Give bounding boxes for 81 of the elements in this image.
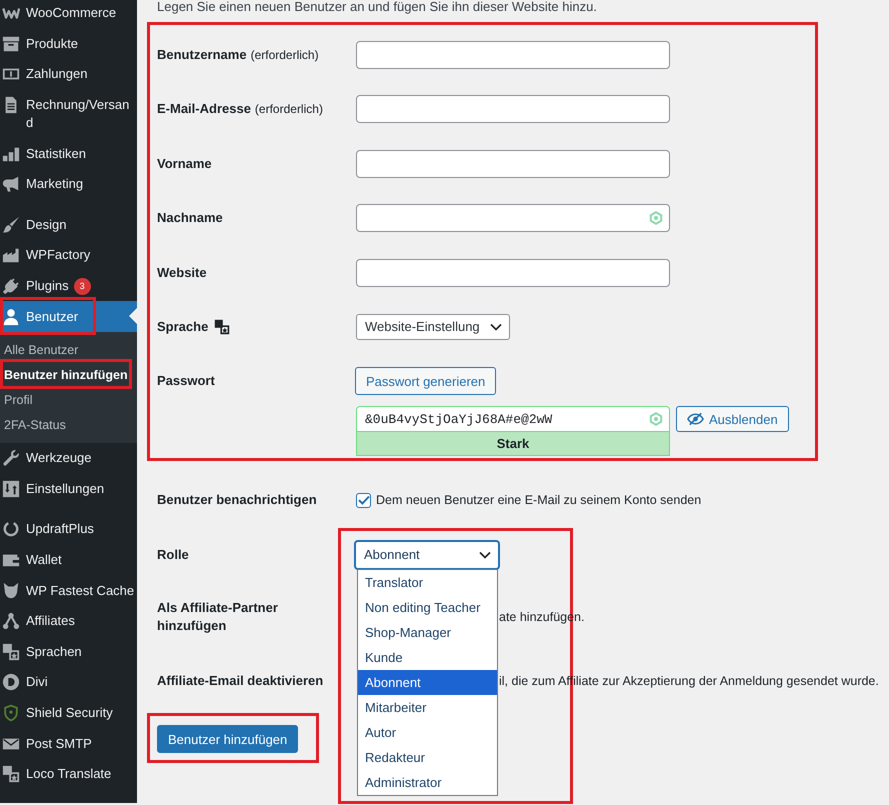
checkbox-label: Dem neuen Benutzer eine E-Mail zu seinem Konto senden xyxy=(376,493,702,508)
submenu-item[interactable]: Profil xyxy=(0,388,36,413)
required-note: (erforderlich) xyxy=(254,101,323,118)
dropdown-option[interactable]: Administrator xyxy=(358,770,497,795)
sidebar-item[interactable]: Produkte xyxy=(0,28,137,60)
hide-password-button[interactable]: Ausblenden xyxy=(676,406,789,432)
text-field[interactable] xyxy=(356,41,670,69)
password-field[interactable]: &0uB4vyStjOaYjJ68A#e@2wW xyxy=(356,406,670,432)
plug-icon xyxy=(2,277,20,296)
circle-logo-icon xyxy=(2,673,20,692)
role-select[interactable]: Abonnent xyxy=(355,540,499,569)
submenu-item[interactable]: 2FA-Status xyxy=(0,412,70,438)
sidebar-item[interactable]: Zahlungen xyxy=(0,59,137,90)
dropdown-option[interactable]: Abonnent xyxy=(358,670,497,695)
dropdown-option[interactable]: Mitarbeiter xyxy=(358,694,497,720)
sidebar-item[interactable]: Statistiken xyxy=(0,138,137,169)
intro-text: Legen Sie einen neuen Benutzer an und fügen Sie ihn dieser Website hinzu. xyxy=(157,0,597,14)
field-label: Passwort xyxy=(157,372,215,390)
sidebar-item[interactable]: Wallet xyxy=(0,544,137,576)
sidebar-item[interactable]: WPFactory xyxy=(0,240,137,271)
field-label: Vorname xyxy=(157,154,212,173)
field-label: Nachname xyxy=(157,209,223,228)
field-label: Benutzer benachrichtigen xyxy=(157,491,317,510)
required-note: (erforderlich) xyxy=(250,47,319,64)
dropdown-option[interactable]: Autor xyxy=(358,720,497,745)
sidebar-item[interactable]: Shield Security xyxy=(0,698,137,728)
eye-slash-icon xyxy=(687,412,704,426)
field-label: Affiliate-Email deaktivieren xyxy=(157,672,324,690)
text-field[interactable] xyxy=(356,150,670,178)
sidebar-item[interactable]: Design xyxy=(0,210,137,240)
translate-icon xyxy=(2,765,20,784)
dropdown-option[interactable]: Shop-Manager xyxy=(358,620,497,645)
megaphone-icon xyxy=(2,175,20,194)
bar-chart-icon xyxy=(2,144,20,163)
dropdown-option[interactable]: Translator xyxy=(358,570,497,595)
paintbrush-icon xyxy=(2,216,20,234)
cat-head-icon xyxy=(2,582,20,600)
sidebar-item[interactable]: Divi xyxy=(0,667,137,698)
field-label: E-Mail-Adresse xyxy=(157,100,251,118)
generate-password-button[interactable]: Passwort generieren xyxy=(355,367,496,396)
checkmark-icon xyxy=(358,495,370,506)
language-select[interactable]: Website-Einstellung xyxy=(356,314,510,340)
network-icon xyxy=(2,612,20,630)
user-icon xyxy=(2,308,20,326)
translate-icon xyxy=(2,642,20,661)
factory-icon xyxy=(2,246,20,264)
checkbox[interactable] xyxy=(356,492,371,508)
dropdown-option[interactable]: Non editing Teacher xyxy=(358,594,497,620)
chevron-down-icon xyxy=(479,550,491,559)
wrench-icon xyxy=(2,449,20,468)
sidebar-item[interactable]: Rechnung/Versand xyxy=(0,90,137,138)
sidebar-item[interactable]: Sprachen xyxy=(0,636,137,668)
sidebar-item[interactable]: Affiliates xyxy=(0,606,137,636)
add-user-button[interactable]: Benutzer hinzufügen xyxy=(157,725,298,754)
shield-icon xyxy=(2,704,20,722)
text-field[interactable] xyxy=(356,95,670,124)
text-field[interactable] xyxy=(356,258,670,287)
text-field[interactable] xyxy=(356,204,670,232)
field-label: Sprache xyxy=(157,318,208,336)
sidebar-item[interactable]: Einstellungen xyxy=(0,474,137,504)
submenu-item[interactable]: Alle Benutzer xyxy=(0,338,82,363)
dropdown-option[interactable]: Kunde xyxy=(358,644,497,670)
archive-box-icon xyxy=(2,34,20,53)
sidebar-item[interactable]: Werkzeuge xyxy=(0,442,137,474)
sidebar-item[interactable]: WooCommerce xyxy=(0,0,137,29)
field-label: Benutzername xyxy=(157,46,247,64)
sidebar-item[interactable]: Post SMTP xyxy=(0,728,137,759)
open-ring-icon xyxy=(2,520,20,538)
sidebar-item[interactable]: Plugins 3 xyxy=(0,270,137,302)
count-badge: 3 xyxy=(74,278,91,295)
submenu-item[interactable]: Benutzer hinzufügen xyxy=(0,362,132,388)
chevron-down-icon xyxy=(490,322,502,331)
field-label: Als Affiliate-Partner hinzufügen xyxy=(157,599,279,636)
sidebar-item[interactable]: WP Fastest Cache xyxy=(0,575,137,606)
dropdown-option[interactable]: Redakteur xyxy=(358,744,497,770)
sidebar-item[interactable]: UpdraftPlus xyxy=(0,514,137,545)
sidebar-item[interactable]: Loco Translate xyxy=(0,758,137,790)
sidebar-item[interactable]: Marketing xyxy=(0,168,137,200)
field-label: Rolle xyxy=(157,546,189,564)
password-strength-meter: Stark xyxy=(356,432,670,456)
field-label: Website xyxy=(157,264,207,282)
